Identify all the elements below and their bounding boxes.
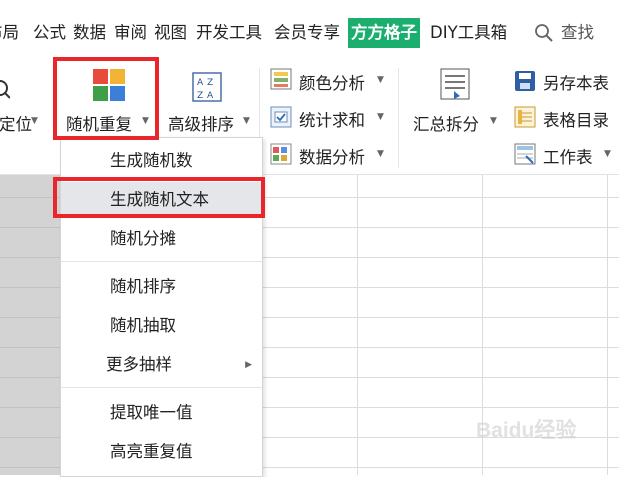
svg-text:A: A xyxy=(197,78,204,88)
tab-layout[interactable]: 布局 xyxy=(0,18,19,48)
tab-review[interactable]: 审阅 xyxy=(114,18,147,48)
ribbon-divider xyxy=(398,68,399,168)
tab-formulas[interactable]: 公式 xyxy=(33,18,66,48)
chevron-down-icon: ▼ xyxy=(31,116,38,126)
advanced-sort-button[interactable]: 高级排序 xyxy=(168,111,234,135)
color-analysis-icon xyxy=(270,68,292,90)
menu-item-generate-random-number[interactable]: 生成随机数 xyxy=(61,143,262,179)
sheet-index-icon xyxy=(514,106,536,128)
menu-item-generate-random-text[interactable]: 生成随机文本 xyxy=(61,182,262,218)
locate-button[interactable]: 定位 xyxy=(0,111,32,135)
tab-developer[interactable]: 开发工具 xyxy=(196,18,262,48)
menu-item-label: 生成随机数 xyxy=(110,151,193,170)
tab-data[interactable]: 数据 xyxy=(73,18,106,48)
menu-item-random-sort[interactable]: 随机排序 xyxy=(61,269,262,305)
locate-icon xyxy=(0,76,11,102)
menu-item-label: 更多抽样 xyxy=(106,355,172,374)
menu-item-label: 提取唯一值 xyxy=(110,403,193,422)
chevron-right-icon: ▶ xyxy=(245,360,252,370)
chevron-down-icon: ▼ xyxy=(243,116,250,126)
tab-diy-toolbox[interactable]: DIY工具箱 xyxy=(430,18,507,48)
menu-item-label: 生成随机文本 xyxy=(110,190,209,209)
worksheet-button[interactable]: 工作表 xyxy=(543,144,593,168)
menu-item-highlight-duplicates[interactable]: 高亮重复值 xyxy=(61,434,262,470)
menu-item-random-draw[interactable]: 随机抽取 xyxy=(61,308,262,344)
search-icon xyxy=(535,24,553,42)
save-as-button[interactable]: 另存本表 xyxy=(543,70,609,94)
menu-item-extract-unique[interactable]: 提取唯一值 xyxy=(61,395,262,431)
chevron-down-icon: ▼ xyxy=(377,112,384,122)
menu-item-label: 随机分摊 xyxy=(110,229,176,248)
color-analysis-button[interactable]: 颜色分析 xyxy=(299,70,365,94)
chevron-down-icon: ▼ xyxy=(142,116,149,126)
worksheet-icon xyxy=(514,143,536,165)
data-analysis-icon xyxy=(270,143,292,165)
stat-sum-button[interactable]: 统计求和 xyxy=(299,107,365,131)
random-repeat-icon xyxy=(92,68,126,102)
search-label: 查找 xyxy=(561,23,594,42)
selected-column[interactable] xyxy=(0,175,60,475)
summary-split-button[interactable]: 汇总拆分 xyxy=(413,111,479,135)
summary-split-icon xyxy=(440,68,470,100)
random-repeat-button[interactable]: 随机重复 xyxy=(66,111,132,135)
chevron-down-icon: ▼ xyxy=(377,75,384,85)
svg-text:A: A xyxy=(207,91,214,101)
ribbon-tab-bar: 布局 公式 数据 审阅 视图 开发工具 会员专享 方方格子 DIY工具箱 查找 xyxy=(0,0,619,62)
menu-item-more-sampling[interactable]: 更多抽样 ▶ xyxy=(61,347,262,383)
menu-item-label: 随机抽取 xyxy=(110,316,176,335)
data-analysis-button[interactable]: 数据分析 xyxy=(299,144,365,168)
menu-item-random-allocate[interactable]: 随机分摊 xyxy=(61,221,262,257)
tab-member[interactable]: 会员专享 xyxy=(274,18,340,48)
sheet-index-button[interactable]: 表格目录 xyxy=(543,107,609,131)
menu-item-label: 随机排序 xyxy=(110,277,176,296)
svg-text:Z: Z xyxy=(197,91,203,101)
chevron-down-icon: ▼ xyxy=(490,116,497,126)
svg-text:Z: Z xyxy=(207,78,213,88)
tab-fangfang-gezi[interactable]: 方方格子 xyxy=(348,18,420,48)
sort-az-icon: A Z Z A xyxy=(192,72,222,102)
menu-item-label: 高亮重复值 xyxy=(110,442,193,461)
save-as-icon xyxy=(514,70,536,92)
chevron-down-icon: ▼ xyxy=(604,149,611,159)
watermark-text: Baidu经验 xyxy=(476,419,577,442)
tab-view[interactable]: 视图 xyxy=(154,18,187,48)
stat-sum-icon xyxy=(270,106,292,128)
random-repeat-menu: 生成随机数 生成随机文本 随机分摊 随机排序 随机抽取 更多抽样 ▶ 提取唯一值… xyxy=(60,137,263,477)
menu-divider xyxy=(61,261,262,262)
chevron-down-icon: ▼ xyxy=(377,149,384,159)
menu-divider xyxy=(61,387,262,388)
